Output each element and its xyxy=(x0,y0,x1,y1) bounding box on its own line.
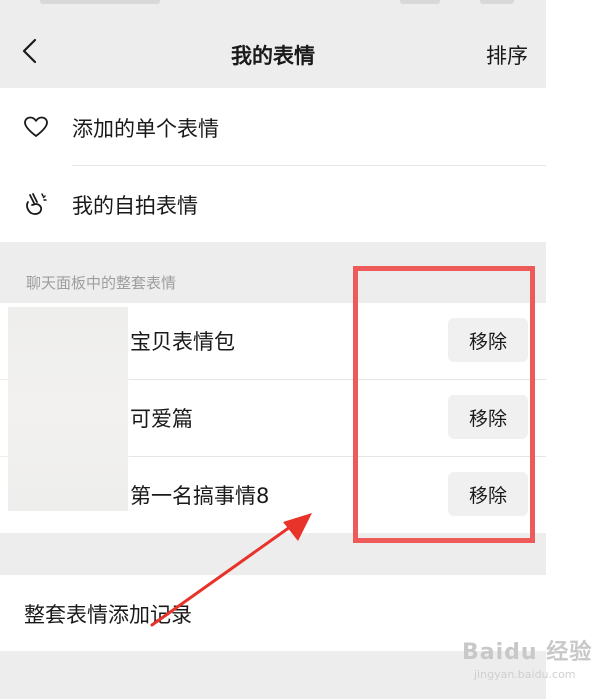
annotation-arrow-icon xyxy=(150,513,312,627)
status-bar-carrier xyxy=(40,0,160,4)
status-bar-battery xyxy=(480,0,514,4)
pack-name: 可爱篇 xyxy=(130,407,193,431)
status-bar-signal xyxy=(400,0,440,4)
menu-item-label: 我的自拍表情 xyxy=(72,194,198,218)
status-bar xyxy=(0,0,546,14)
menu-item-added-single[interactable]: 添加的单个表情 xyxy=(0,88,546,165)
page-title: 我的表情 xyxy=(231,44,315,68)
watermark-url: jingyan.baidu.com xyxy=(474,668,576,681)
navigation-bar: 我的表情 排序 xyxy=(0,14,546,88)
blurred-thumbnails xyxy=(8,307,128,511)
menu-item-my-selfie[interactable]: 我的自拍表情 xyxy=(0,166,546,242)
highlight-box xyxy=(353,266,535,543)
sort-button[interactable]: 排序 xyxy=(486,40,528,70)
hand-gesture-icon xyxy=(26,193,47,215)
section-title: 聊天面板中的整套表情 xyxy=(26,274,177,292)
menu-item-label: 添加的单个表情 xyxy=(72,117,219,141)
baidu-jingyan-watermark: Baidu 经验 jingyan.baidu.com xyxy=(462,634,605,699)
watermark-logo: Baidu 经验 xyxy=(462,640,593,665)
heart-icon xyxy=(24,116,48,137)
pack-name: 宝贝表情包 xyxy=(130,330,235,354)
phone-screen: 我的表情 排序 添加的单个表情 我的自拍表情 聊天面板中的整套表情 宝贝表情包 … xyxy=(0,0,546,699)
menu-group: 添加的单个表情 我的自拍表情 xyxy=(0,88,546,242)
